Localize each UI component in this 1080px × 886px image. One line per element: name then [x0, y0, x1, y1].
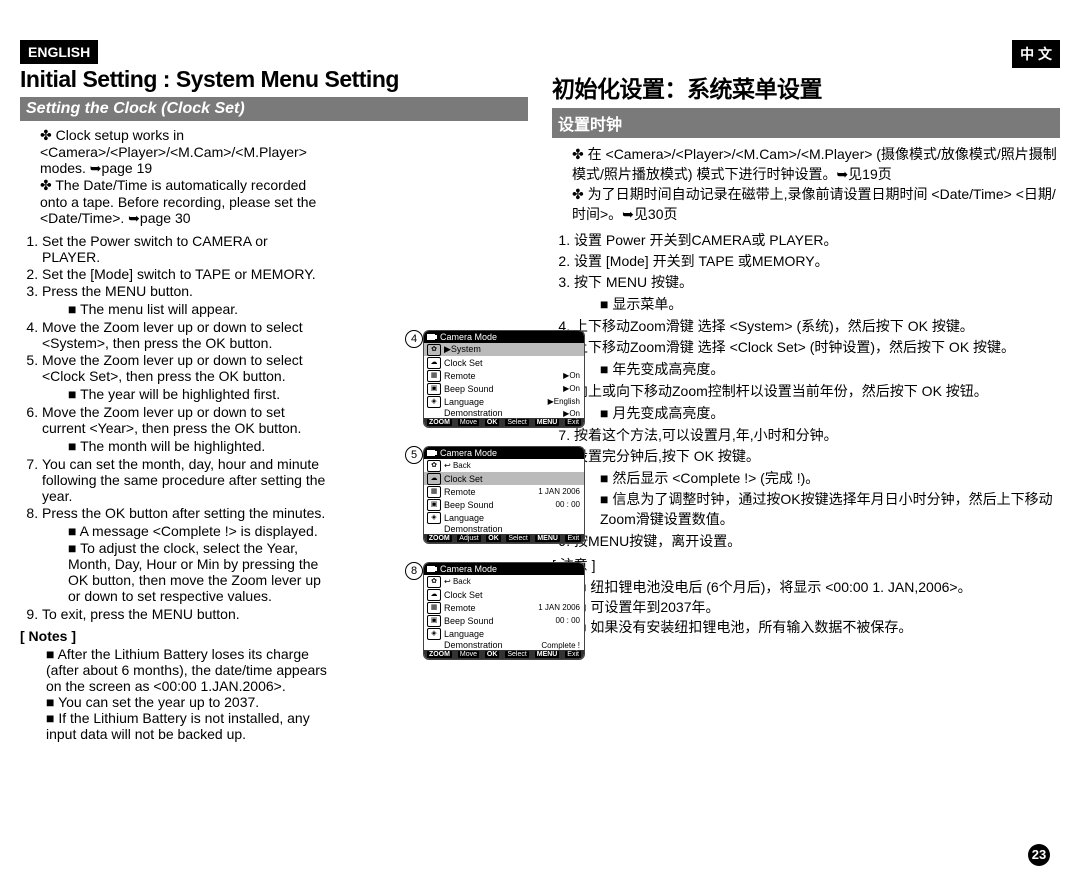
cn-sub: 显示菜单。	[600, 294, 1060, 314]
en-step: You can set the month, day, hour and min…	[42, 456, 328, 504]
cn-sub: 然后显示 <Complete !> (完成 !)。	[600, 468, 1060, 488]
en-step: Set the Power switch to CAMERA or PLAYER…	[42, 233, 328, 265]
en-step: Press the OK button after setting the mi…	[42, 505, 328, 604]
cn-step: 设置完分钟后,按下 OK 按键。 然后显示 <Complete !> (完成 !…	[574, 446, 1060, 529]
en-step: Move the Zoom lever up or down to set cu…	[42, 404, 328, 454]
lang-cn-badge: 中 文	[1012, 40, 1060, 68]
camera-screen-8: Camera Mode ✿↩ Back ☁Clock Set ▦Remote1 …	[423, 562, 585, 660]
en-step: To exit, press the MENU button.	[42, 606, 328, 622]
cn-step: 按MENU按键，离开设置。	[574, 531, 1060, 551]
step-marker-4: 4	[405, 330, 423, 348]
cn-notes-title: [ 注意 ]	[552, 555, 1060, 575]
camera-screenshots: 4 Camera Mode ✿▶System ☁Clock Set ▦Remot…	[423, 330, 595, 678]
cn-step: 按下 MENU 按键。 显示菜单。	[574, 272, 1060, 314]
cn-bullet: 为了日期时间自动记录在磁带上,录像前请设置日期时间 <Date/Time> <日…	[572, 184, 1060, 224]
camera-screen-5: Camera Mode ✿↩ Back ☁Clock Set ▦Remote1 …	[423, 446, 585, 544]
title-en: Initial Setting : System Menu Setting	[20, 66, 528, 93]
cn-sub: 信息为了调整时钟，通过按OK按键选择年月日小时分钟，然后上下移动 Zoom滑键设…	[600, 489, 1060, 529]
page-number: 23	[1028, 844, 1050, 866]
cn-bullet: 在 <Camera>/<Player>/<M.Cam>/<M.Player> (…	[572, 144, 1060, 184]
cn-step: 设置 [Mode] 开关到 TAPE 或MEMORY。	[574, 251, 1060, 271]
en-step: Move the Zoom lever up or down to select…	[42, 352, 328, 402]
cn-step: 上下移动Zoom滑键 选择 <Clock Set> (时钟设置)，然后按下 OK…	[574, 337, 1060, 379]
cn-sub: 月先变成高亮度。	[600, 403, 1060, 423]
en-step: Move the Zoom lever up or down to select…	[42, 319, 328, 351]
en-bullet: Clock setup works in <Camera>/<Player>/<…	[40, 127, 328, 177]
en-step: Press the MENU button. The menu list wil…	[42, 283, 328, 317]
en-bullet: The Date/Time is automatically recorded …	[40, 177, 328, 227]
title-cn: 初始化设置：系统菜单设置	[552, 70, 1060, 104]
cn-step: 设置 Power 开关到CAMERA或 PLAYER。	[574, 230, 1060, 250]
cn-sub: 年先变成高亮度。	[600, 359, 1060, 379]
en-note: If the Lithium Battery is not installed,…	[46, 710, 328, 742]
subtitle-en: Setting the Clock (Clock Set)	[20, 97, 528, 121]
en-note: You can set the year up to 2037.	[46, 694, 328, 710]
gear-icon: ✿	[427, 344, 441, 356]
cn-note: 可设置年到2037年。	[578, 597, 1060, 617]
cn-step: 上下移动Zoom滑键 选择 <System> (系统)，然后按下 OK 按键。	[574, 316, 1060, 336]
en-sub: To adjust the clock, select the Year, Mo…	[68, 540, 328, 604]
step-marker-5: 5	[405, 446, 423, 464]
en-note: After the Lithium Battery loses its char…	[46, 646, 328, 694]
cn-step: 向上或向下移动Zoom控制杆以设置当前年份，然后按下 OK 按钮。 月先变成高亮…	[574, 381, 1060, 423]
cn-note: 如果没有安装纽扣锂电池，所有输入数据不被保存。	[578, 617, 1060, 637]
en-sub: The month will be highlighted.	[68, 438, 328, 454]
en-notes-title: [ Notes ]	[20, 628, 328, 644]
camera-screen-4: Camera Mode ✿▶System ☁Clock Set ▦Remote▶…	[423, 330, 585, 428]
en-sub: A message <Complete !> is displayed.	[68, 523, 328, 539]
en-step: Set the [Mode] switch to TAPE or MEMORY.	[42, 266, 328, 282]
cn-note: 纽扣锂电池没电后 (6个月后)，将显示 <00:00 1. JAN,2006>。	[578, 577, 1060, 597]
lang-en-badge: ENGLISH	[20, 40, 98, 64]
subtitle-cn: 设置时钟	[552, 108, 1060, 138]
en-sub: The menu list will appear.	[68, 301, 328, 317]
step-marker-8: 8	[405, 562, 423, 580]
cn-step: 按着这个方法,可以设置月,年,小时和分钟。	[574, 425, 1060, 445]
en-sub: The year will be highlighted first.	[68, 386, 328, 402]
